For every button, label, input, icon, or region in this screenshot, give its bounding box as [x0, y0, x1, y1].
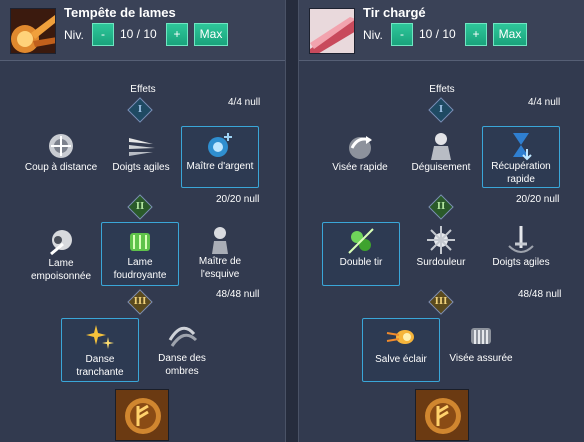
- tripod-quick-recovery[interactable]: Récupération rapide: [482, 126, 560, 188]
- tripod-label: Maître de l'esquive: [198, 256, 242, 280]
- tripod-label: Visée assurée: [449, 353, 513, 364]
- blades-icon: [129, 138, 155, 156]
- sword-swirl-icon: [508, 226, 534, 253]
- lightning-blade-icon: [130, 233, 150, 251]
- silver-orb-icon: [208, 133, 232, 157]
- tier-3-points: 48/48 null: [518, 289, 562, 300]
- tier-2-numeral: II: [436, 200, 446, 212]
- curved-arrow-icon: [349, 136, 372, 159]
- tripod-overpain[interactable]: Surdouleur: [402, 222, 480, 286]
- skill-level-value: 10 / 10: [419, 27, 456, 41]
- tier-2-points: 20/20 null: [216, 194, 260, 205]
- tier-2-numeral: II: [135, 200, 145, 212]
- tier-2-points: 20/20 null: [516, 194, 560, 205]
- skill-title: Tempête de lames: [64, 5, 176, 20]
- rune-slot[interactable]: [415, 389, 469, 441]
- tripod-double-shot[interactable]: Double tir: [322, 222, 400, 286]
- tier-1-points: 4/4 null: [528, 97, 561, 108]
- tripod-sure-aim[interactable]: Visée assurée: [442, 318, 520, 382]
- tripod-label: Salve éclair: [375, 354, 427, 365]
- skill-panel-left: Tempête de lames Niv. - 10 / 10 + Max Ef…: [0, 0, 285, 442]
- tier-3-points: 48/48 null: [216, 289, 260, 300]
- effects-label: Effets: [130, 84, 156, 95]
- tripod-nimble-fingers[interactable]: Doigts agiles: [102, 126, 180, 186]
- tripod-lightning-blade[interactable]: Lame foudroyante: [101, 222, 179, 286]
- tripod-silver-master[interactable]: Maître d'argent: [181, 126, 259, 188]
- starburst-icon: [427, 226, 455, 254]
- evasion-figure-icon: [212, 227, 228, 254]
- effects-label: Effets: [429, 84, 455, 95]
- skill-title: Tir chargé: [363, 5, 426, 20]
- level-label: Niv.: [363, 28, 383, 42]
- tripod-label: Danse des ombres: [158, 353, 206, 377]
- target-arrows-icon: [49, 134, 73, 158]
- tier-3-numeral: III: [434, 295, 448, 307]
- skill-header: Tir chargé Niv. - 10 / 10 + Max: [299, 0, 584, 61]
- max-level-button[interactable]: Max: [493, 23, 527, 46]
- blade-storm-skill-icon: [10, 8, 56, 54]
- level-label: Niv.: [64, 28, 84, 42]
- double-shot-icon: [348, 228, 374, 254]
- tripod-disguise[interactable]: Déguisement: [402, 126, 480, 186]
- max-level-button[interactable]: Max: [194, 23, 228, 46]
- claw-icon: [471, 328, 491, 344]
- tripod-label: Doigts agiles: [112, 162, 170, 173]
- tier-3-numeral: III: [133, 295, 147, 307]
- increase-level-button[interactable]: +: [166, 23, 188, 46]
- tripod-label: Double tir: [339, 257, 383, 268]
- charged-shot-skill-icon: [309, 8, 355, 54]
- skill-panel-right: Tir chargé Niv. - 10 / 10 + Max Effets I…: [299, 0, 584, 442]
- rune-icon: [116, 390, 168, 440]
- tier-1-numeral: I: [137, 103, 143, 115]
- cloaked-figure-icon: [431, 133, 451, 160]
- tripod-label: Récupération rapide: [491, 161, 551, 185]
- tripod-poisoned-blade[interactable]: Lame empoisonnée: [22, 222, 100, 286]
- sparkle-burst-icon: [86, 325, 114, 349]
- tripod-label: Doigts agiles: [492, 257, 550, 268]
- tripod-label: Danse tranchante: [76, 354, 124, 378]
- tripod-shadow-dance[interactable]: Danse des ombres: [143, 318, 221, 382]
- skill-header: Tempête de lames Niv. - 10 / 10 + Max: [0, 0, 285, 61]
- hourglass-arrow-icon: [513, 133, 532, 161]
- increase-level-button[interactable]: +: [465, 23, 487, 46]
- tripod-label: Déguisement: [411, 162, 471, 173]
- tripod-label: Visée rapide: [332, 162, 388, 173]
- fireball-icon: [386, 330, 414, 344]
- tripod-master-of-evasion[interactable]: Maître de l'esquive: [181, 222, 259, 288]
- rune-slot[interactable]: [115, 389, 169, 441]
- tripod-label: Maître d'argent: [186, 161, 254, 172]
- rune-icon: [416, 390, 468, 440]
- tripod-quick-aim[interactable]: Visée rapide: [321, 126, 399, 186]
- tripod-nimble-fingers[interactable]: Doigts agiles: [482, 222, 560, 286]
- tripod-flash-volley[interactable]: Salve éclair: [362, 318, 440, 382]
- tripod-label: Lame empoisonnée: [30, 258, 92, 282]
- tripod-long-range-strike[interactable]: Coup à distance: [22, 126, 100, 186]
- tripod-label: Surdouleur: [416, 257, 466, 268]
- poison-blade-icon: [50, 230, 72, 256]
- decrease-level-button[interactable]: -: [92, 23, 114, 46]
- tier-1-numeral: I: [438, 103, 444, 115]
- tier-1-points: 4/4 null: [228, 97, 261, 108]
- panel-divider: [285, 0, 299, 442]
- tripod-label: Lame foudroyante: [113, 257, 167, 281]
- decrease-level-button[interactable]: -: [391, 23, 413, 46]
- tripod-slashing-dance[interactable]: Danse tranchante: [61, 318, 139, 382]
- swirl-icon: [168, 326, 198, 347]
- tripod-label: Coup à distance: [24, 162, 98, 173]
- skill-level-value: 10 / 10: [120, 27, 157, 41]
